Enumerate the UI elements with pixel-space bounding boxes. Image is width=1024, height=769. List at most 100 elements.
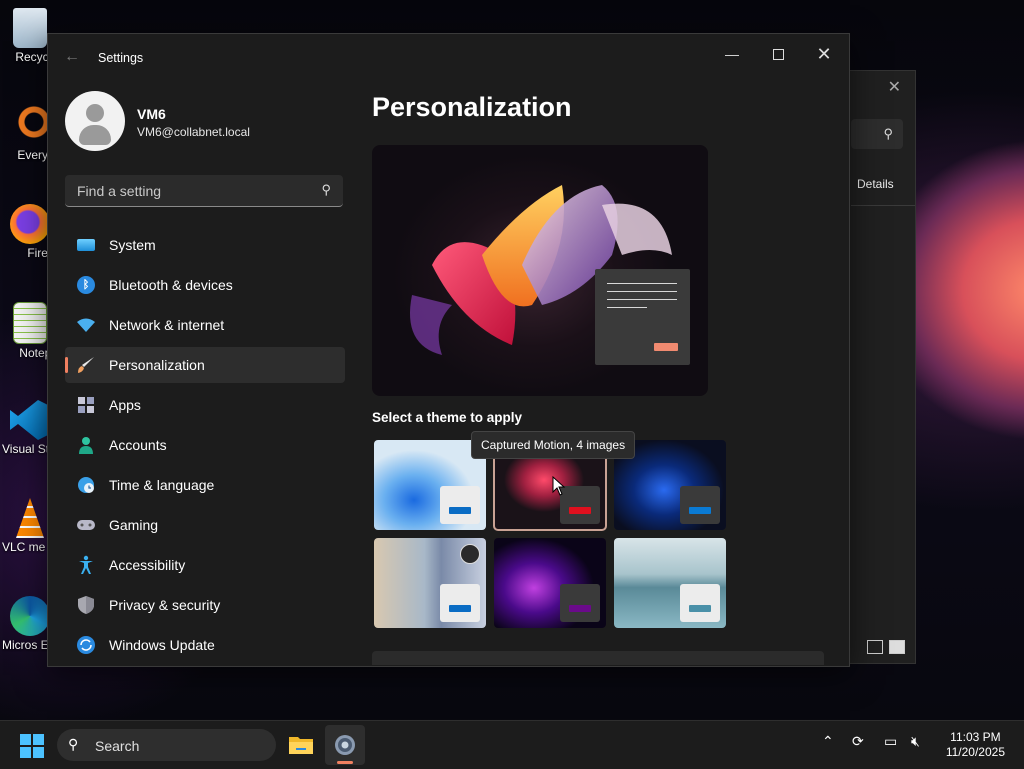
page-title: Personalization	[372, 92, 572, 122]
user-name: VM6	[137, 106, 166, 122]
gamepad-icon	[76, 515, 96, 535]
chevron-up-icon[interactable]: ⌃	[822, 733, 834, 750]
theme-mini-window	[440, 486, 480, 524]
sidebar-item-accessibility[interactable]: Accessibility	[65, 547, 345, 583]
close-button[interactable]: ✕	[802, 40, 846, 68]
system-clock[interactable]: 11:03 PM 11/20/2025	[946, 730, 1005, 760]
sidebar-nav: System ᛒ Bluetooth & devices Network & i…	[65, 227, 345, 667]
sidebar-item-privacy[interactable]: Privacy & security	[65, 587, 345, 623]
settings-gear-icon	[335, 735, 355, 755]
shield-icon	[76, 595, 96, 615]
theme-preview	[372, 145, 708, 396]
active-app-indicator	[337, 761, 353, 764]
settings-window: ← Settings — ✕ VM6 VM6@collabnet.local ⚲…	[47, 33, 850, 667]
sidebar-item-label: Accounts	[109, 437, 167, 453]
firefox-icon	[10, 204, 50, 244]
title-bar[interactable]: ← Settings — ✕	[48, 34, 849, 82]
bluetooth-icon: ᛒ	[76, 275, 96, 295]
user-email: VM6@collabnet.local	[137, 125, 250, 139]
theme-mini-window	[680, 584, 720, 622]
avatar[interactable]	[65, 91, 125, 151]
everything-search-icon	[10, 106, 50, 146]
theme-mini-window	[560, 486, 600, 524]
preview-accent-button	[654, 343, 678, 351]
sidebar-item-windows-update[interactable]: Windows Update	[65, 627, 345, 663]
sidebar-item-label: Accessibility	[109, 557, 186, 573]
folder-icon	[289, 737, 313, 754]
view-toggle	[867, 640, 911, 657]
details-view-icon[interactable]	[867, 640, 883, 654]
wifi-icon	[76, 315, 96, 335]
sidebar-item-gaming[interactable]: Gaming	[65, 507, 345, 543]
vlc-icon	[16, 498, 44, 538]
windows-logo-icon	[20, 734, 31, 745]
theme-tile-windows-light[interactable]	[374, 440, 486, 530]
network-status-icon[interactable]: ▭	[884, 733, 897, 750]
divider	[851, 205, 915, 206]
clock-date: 11/20/2025	[945, 745, 1005, 759]
theme-mini-window	[440, 584, 480, 622]
maximize-icon	[772, 48, 784, 60]
close-icon[interactable]: ✕	[888, 77, 901, 97]
sidebar-item-label: Windows Update	[109, 637, 215, 653]
theme-mini-window	[560, 584, 600, 622]
background-explorer-window[interactable]: ✕ ⚲ Details	[840, 70, 916, 664]
start-button[interactable]	[20, 734, 44, 758]
edge-icon	[10, 596, 50, 636]
update-icon	[76, 635, 96, 655]
sidebar-item-label: Time & language	[109, 477, 215, 493]
sidebar-item-label: Network & internet	[109, 317, 225, 333]
taskbar-file-explorer[interactable]	[281, 725, 321, 765]
sidebar-item-label: Personalization	[109, 357, 205, 373]
back-arrow-icon[interactable]: ←	[64, 48, 80, 66]
system-icon	[76, 235, 96, 255]
search-icon: ⚲	[883, 126, 893, 141]
accessibility-icon	[76, 555, 96, 575]
sidebar-item-time-language[interactable]: Time & language	[65, 467, 345, 503]
minimize-icon: —	[725, 46, 739, 62]
sidebar-item-accounts[interactable]: Accounts	[65, 427, 345, 463]
sidebar-item-network[interactable]: Network & internet	[65, 307, 345, 343]
apps-icon	[76, 395, 96, 415]
taskbar-settings[interactable]	[325, 725, 365, 765]
search-input[interactable]	[75, 175, 309, 207]
notepad-icon	[13, 302, 47, 344]
preview-window-card	[595, 269, 690, 365]
minimize-button[interactable]: —	[710, 40, 754, 68]
sync-icon[interactable]: ⟳	[852, 733, 864, 750]
theme-tile-spotlight[interactable]	[374, 538, 486, 628]
maximize-button[interactable]	[756, 40, 800, 68]
theme-mini-window	[680, 486, 720, 524]
app-title: Settings	[98, 51, 144, 65]
next-settings-card[interactable]	[372, 651, 824, 665]
find-setting-box[interactable]: ⚲	[65, 175, 343, 207]
theme-tooltip: Captured Motion, 4 images	[471, 431, 636, 459]
clock-time: 11:03 PM	[950, 730, 1001, 744]
sidebar-item-system[interactable]: System	[65, 227, 345, 263]
vscode-icon	[10, 400, 50, 440]
explorer-search-box[interactable]: ⚲	[851, 119, 903, 149]
theme-tile-glow[interactable]	[494, 538, 606, 628]
tiles-view-icon[interactable]	[889, 640, 905, 654]
sidebar-item-label: Bluetooth & devices	[109, 277, 233, 293]
mouse-cursor-icon	[552, 476, 566, 496]
brush-icon	[76, 355, 96, 375]
details-button[interactable]: Details	[857, 177, 894, 191]
sidebar-item-personalization[interactable]: Personalization	[65, 347, 345, 383]
search-icon: ⚲	[68, 736, 79, 752]
slideshow-badge-icon	[460, 544, 480, 564]
sidebar-item-label: Gaming	[109, 517, 159, 533]
taskbar-search[interactable]: ⚲	[57, 729, 276, 763]
taskbar: ⚲ ⌃ ⟳ ▭ 🔇︎ 11:03 PM 11/20/2025	[0, 720, 1024, 769]
sidebar-item-apps[interactable]: Apps	[65, 387, 345, 423]
close-icon: ✕	[816, 43, 832, 64]
volume-muted-icon[interactable]: 🔇︎	[911, 733, 920, 750]
globe-clock-icon	[76, 475, 96, 495]
sidebar-item-bluetooth[interactable]: ᛒ Bluetooth & devices	[65, 267, 345, 303]
recycle-bin-icon	[13, 8, 47, 48]
theme-tile-flow[interactable]	[614, 538, 726, 628]
taskbar-search-input[interactable]	[93, 729, 267, 763]
sidebar-item-label: System	[109, 237, 156, 253]
themes-section-label: Select a theme to apply	[372, 410, 523, 425]
sidebar-item-label: Apps	[109, 397, 141, 413]
